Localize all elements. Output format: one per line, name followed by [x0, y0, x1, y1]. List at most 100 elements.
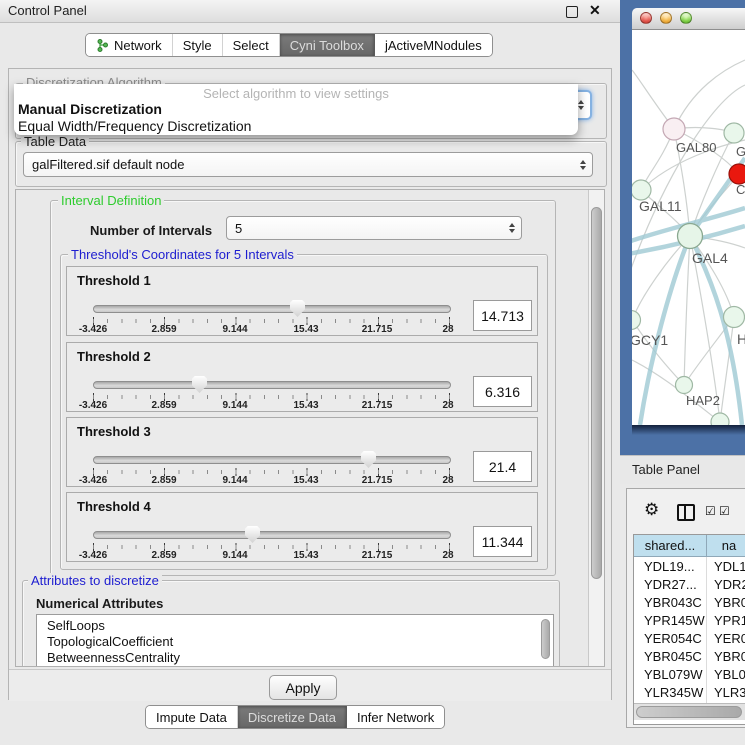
- threshold-2-panel: Threshold 2 -3.426 2.859 9.144 15.43 21.…: [66, 342, 538, 412]
- node-label: GAL4: [692, 250, 728, 266]
- node-green[interactable]: [724, 123, 744, 143]
- slider-handle[interactable]: [361, 451, 376, 468]
- number-of-intervals-combobox[interactable]: 5: [226, 216, 522, 240]
- gear-icon[interactable]: ⚙: [644, 500, 659, 520]
- network-window-frame: GAL80 GA C GAL11 GAL4 GCY1 H HAP2: [620, 0, 745, 455]
- node-red-selected[interactable]: [729, 164, 745, 184]
- column-header-shared-name[interactable]: shared...: [634, 535, 707, 557]
- numerical-attributes-label: Numerical Attributes: [36, 596, 163, 611]
- tab-infer-network[interactable]: Infer Network: [347, 706, 444, 728]
- interval-definition-title: Interval Definition: [58, 193, 164, 208]
- node-gal80[interactable]: [663, 118, 685, 140]
- scale-label: 28: [420, 475, 476, 486]
- node-hap2[interactable]: [676, 377, 693, 394]
- scale-label: 21.715: [349, 324, 405, 335]
- slider-track[interactable]: [93, 305, 451, 313]
- list-item[interactable]: TopologicalCoefficient: [37, 634, 553, 650]
- scale-label: -3.426: [65, 324, 121, 335]
- list-scrollbar-thumb[interactable]: [541, 619, 550, 659]
- tab-select[interactable]: Select: [223, 34, 280, 56]
- slider-track[interactable]: [93, 456, 451, 464]
- table-rows: YDL19...YDL1 YDR27...YDR2 YBR043CYBR0 YP…: [634, 557, 745, 703]
- slider-handle[interactable]: [245, 526, 260, 543]
- slider-minor-ticks: [93, 395, 450, 399]
- node-label: C: [736, 182, 745, 197]
- tab-impute-data[interactable]: Impute Data: [146, 706, 238, 728]
- close-traffic-light[interactable]: [640, 12, 652, 24]
- network-window-titlebar[interactable]: [632, 8, 745, 30]
- scale-label: 15.43: [278, 475, 334, 486]
- table-data-combobox[interactable]: galFiltered.sif default node: [23, 152, 593, 177]
- zoom-traffic-light[interactable]: [680, 12, 692, 24]
- threshold-4-panel: Threshold 4 -3.426 2.859 9.144 15.43 21.…: [66, 492, 538, 562]
- slider-track[interactable]: [93, 531, 451, 539]
- scale-label: 2.859: [136, 550, 192, 561]
- float-window-icon[interactable]: [566, 6, 578, 18]
- tab-discretize-data[interactable]: Discretize Data: [238, 706, 347, 728]
- apply-button[interactable]: Apply: [269, 675, 337, 700]
- close-icon[interactable]: ✕: [589, 2, 601, 19]
- node-label: H: [737, 331, 745, 347]
- dropdown-option-manual[interactable]: Manual Discretization: [18, 101, 162, 117]
- network-graph: GAL80 GA C GAL11 GAL4 GCY1 H HAP2: [632, 30, 745, 425]
- node-table: shared... na YDL19...YDL1 YDR27...YDR2 Y…: [633, 534, 745, 725]
- cyni-toolbox-panel: Discretization Algorithm Table Data galF…: [8, 68, 612, 700]
- checkbox-checked-icon[interactable]: ☑: [705, 504, 716, 518]
- node-label: HAP2: [686, 393, 720, 408]
- list-item[interactable]: SelfLoops: [37, 615, 553, 634]
- slider-handle[interactable]: [290, 300, 305, 317]
- dropdown-option-equal-width[interactable]: Equal Width/Frequency Discretization: [18, 118, 251, 134]
- numerical-attributes-list: SelfLoops TopologicalCoefficient Between…: [36, 614, 554, 667]
- tab-network-label: Network: [114, 38, 162, 53]
- scale-label: 15.43: [278, 400, 334, 411]
- checkbox-checked-icon[interactable]: ☑: [719, 504, 730, 518]
- slider-minor-ticks: [93, 545, 450, 549]
- settings-scroll-panel: Interval Definition Number of Intervals …: [15, 189, 605, 667]
- threshold-value-field[interactable]: 11.344: [473, 526, 532, 557]
- slider-handle[interactable]: [192, 376, 207, 393]
- table-hscrollbar-thumb[interactable]: [636, 706, 742, 718]
- scale-label: 2.859: [136, 475, 192, 486]
- panel-scrollbar-track[interactable]: [588, 190, 604, 667]
- scale-label: 28: [420, 400, 476, 411]
- control-panel-tabs: Network Style Select Cyni Toolbox jActiv…: [85, 33, 493, 57]
- table-panel-window: ⚙ ☑ ☑ shared... na YDL19...YDL1 YDR27...…: [626, 488, 745, 728]
- thresholds-group-title: Threshold's Coordinates for 5 Intervals: [68, 247, 297, 262]
- node-gcy1[interactable]: [632, 311, 641, 330]
- scale-label: 21.715: [349, 550, 405, 561]
- scale-label: 21.715: [349, 400, 405, 411]
- table-data-selected-value: galFiltered.sif default node: [32, 157, 184, 172]
- canvas-bottom-shadow: [632, 425, 745, 435]
- tab-jactivemnodules[interactable]: jActiveMNodules: [375, 34, 492, 56]
- column-header-name[interactable]: na: [707, 535, 745, 557]
- combo-stepper-icon: [578, 100, 584, 110]
- panel-title: Control Panel: [8, 3, 87, 18]
- panel-scrollbar-thumb[interactable]: [591, 207, 602, 579]
- network-canvas[interactable]: GAL80 GA C GAL11 GAL4 GCY1 H HAP2: [632, 30, 745, 425]
- node-h[interactable]: [724, 307, 745, 328]
- threshold-value-field[interactable]: 6.316: [473, 376, 532, 407]
- scale-label: 28: [420, 324, 476, 335]
- tab-network[interactable]: Network: [86, 34, 173, 56]
- threshold-label: Threshold 4: [77, 499, 151, 514]
- split-columns-icon[interactable]: [677, 504, 695, 521]
- screenshot-root: { "window": {"title": "Control Panel"}, …: [0, 0, 745, 745]
- table-panel-header: Table Panel: [620, 455, 745, 484]
- tab-style[interactable]: Style: [173, 34, 223, 56]
- attributes-group-title: Attributes to discretize: [28, 573, 162, 588]
- scale-label: 9.144: [207, 400, 263, 411]
- table-hscrollbar-track[interactable]: [634, 703, 745, 720]
- list-item[interactable]: BetweennessCentrality: [37, 650, 553, 666]
- scale-label: 2.859: [136, 400, 192, 411]
- threshold-value-field[interactable]: 14.713: [473, 300, 532, 331]
- node-gal4[interactable]: [678, 224, 703, 249]
- combo-stepper-icon: [509, 223, 515, 233]
- node-label: GAL80: [676, 140, 716, 155]
- tab-cyni-toolbox[interactable]: Cyni Toolbox: [280, 34, 375, 56]
- minimize-traffic-light[interactable]: [660, 12, 672, 24]
- node-gal11[interactable]: [632, 180, 651, 200]
- number-of-intervals-label: Number of Intervals: [90, 223, 212, 238]
- node-bottom[interactable]: [711, 413, 729, 425]
- threshold-value-field[interactable]: 21.4: [473, 451, 532, 482]
- slider-track[interactable]: [93, 381, 451, 389]
